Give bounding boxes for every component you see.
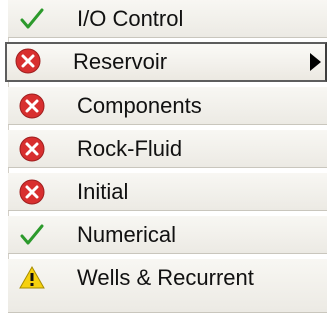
- menu-item-rock-fluid[interactable]: Rock-Fluid: [8, 130, 327, 168]
- menu-item-label: Wells & Recurrent: [77, 265, 254, 290]
- menu-item-numerical[interactable]: Numerical: [8, 216, 327, 254]
- menu-item-io-control[interactable]: I/O Control: [8, 0, 327, 38]
- red-x-icon: [18, 135, 46, 163]
- green-check-icon: [18, 221, 46, 249]
- menu-item-label: I/O Control: [77, 6, 184, 31]
- menu-item-label: Rock-Fluid: [77, 136, 183, 161]
- green-check-icon: [18, 5, 46, 33]
- menu-item-label: Numerical: [77, 222, 177, 247]
- menu-item-label: Components: [77, 93, 202, 118]
- red-x-icon: [18, 178, 46, 206]
- menu-item-initial[interactable]: Initial: [8, 173, 327, 211]
- menu-item-reservoir[interactable]: Reservoir: [5, 42, 327, 82]
- menu-item-label: Reservoir: [73, 49, 168, 74]
- menu-item-components[interactable]: Components: [8, 87, 327, 125]
- red-x-icon: [18, 92, 46, 120]
- menu-item-label: Initial: [77, 179, 129, 204]
- submenu-arrow-icon[interactable]: [310, 53, 321, 71]
- tree-menu-panel: I/O Control Reservoir Components Rock-Fl…: [0, 0, 327, 313]
- red-x-icon: [14, 47, 42, 75]
- yellow-warning-icon: [18, 264, 46, 292]
- menu-item-wells-recurrent[interactable]: Wells & Recurrent: [8, 259, 327, 313]
